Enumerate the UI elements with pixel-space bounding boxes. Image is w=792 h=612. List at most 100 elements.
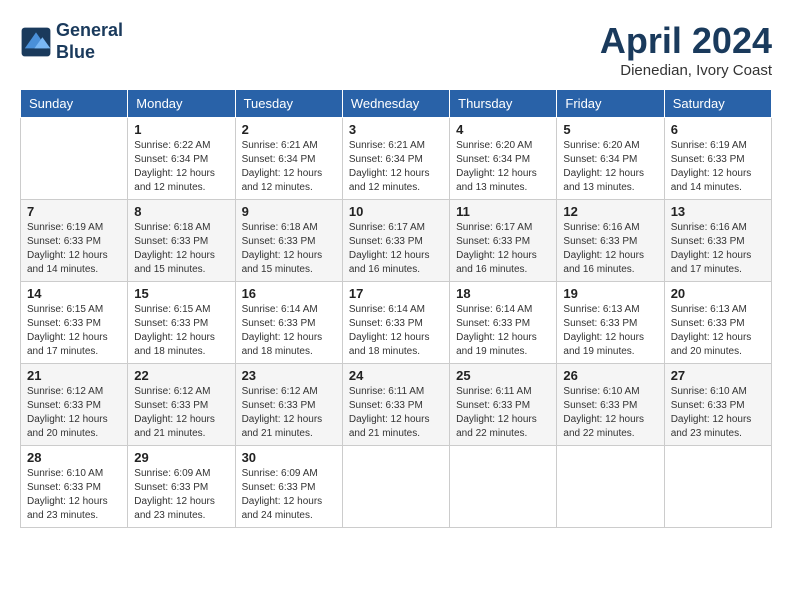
day-number: 21 <box>27 368 121 383</box>
day-info: Sunrise: 6:09 AM Sunset: 6:33 PM Dayligh… <box>134 467 228 523</box>
calendar-cell <box>21 118 128 200</box>
calendar-week-3: 14 Sunrise: 6:15 AM Sunset: 6:33 PM Dayli… <box>21 282 772 364</box>
title-area: April 2024 Dienedian, Ivory Coast <box>600 20 772 79</box>
calendar-cell: 8 Sunrise: 6:18 AM Sunset: 6:33 PM Daylig… <box>128 200 235 282</box>
weekday-header-monday: Monday <box>128 90 235 118</box>
logo-icon <box>20 26 52 58</box>
day-info: Sunrise: 6:17 AM Sunset: 6:33 PM Dayligh… <box>349 221 443 277</box>
day-info: Sunrise: 6:18 AM Sunset: 6:33 PM Dayligh… <box>242 221 336 277</box>
day-info: Sunrise: 6:18 AM Sunset: 6:33 PM Dayligh… <box>134 221 228 277</box>
day-number: 7 <box>27 204 121 219</box>
calendar-cell: 20Sunrise: 6:13 AM Sunset: 6:33 PM Dayli… <box>664 282 771 364</box>
weekday-header-sunday: Sunday <box>21 90 128 118</box>
calendar-cell: 4Sunrise: 6:20 AM Sunset: 6:34 PM Daylig… <box>450 118 557 200</box>
day-number: 1 <box>134 122 228 137</box>
day-number: 27 <box>671 368 765 383</box>
day-number: 8 <box>134 204 228 219</box>
day-number: 19 <box>563 286 657 301</box>
calendar-week-5: 28Sunrise: 6:10 AM Sunset: 6:33 PM Dayli… <box>21 446 772 528</box>
day-info: Sunrise: 6:10 AM Sunset: 6:33 PM Dayligh… <box>563 385 657 441</box>
location: Dienedian, Ivory Coast <box>600 62 772 79</box>
calendar-cell: 5 Sunrise: 6:20 AM Sunset: 6:34 PM Daylig… <box>557 118 664 200</box>
weekday-header-saturday: Saturday <box>664 90 771 118</box>
day-number: 3 <box>349 122 443 137</box>
calendar-cell: 1 Sunrise: 6:22 AM Sunset: 6:34 PM Daylig… <box>128 118 235 200</box>
day-info: Sunrise: 6:17 AM Sunset: 6:33 PM Dayligh… <box>456 221 550 277</box>
weekday-header-row: SundayMondayTuesdayWednesdayThursdayFrid… <box>21 90 772 118</box>
day-number: 29 <box>134 450 228 465</box>
calendar-cell <box>664 446 771 528</box>
calendar-cell: 11Sunrise: 6:17 AM Sunset: 6:33 PM Dayli… <box>450 200 557 282</box>
weekday-header-wednesday: Wednesday <box>342 90 449 118</box>
day-info: Sunrise: 6:10 AM Sunset: 6:33 PM Dayligh… <box>671 385 765 441</box>
day-number: 12 <box>563 204 657 219</box>
logo: General Blue <box>20 20 123 63</box>
day-info: Sunrise: 6:16 AM Sunset: 6:33 PM Dayligh… <box>563 221 657 277</box>
day-number: 9 <box>242 204 336 219</box>
day-number: 13 <box>671 204 765 219</box>
day-number: 16 <box>242 286 336 301</box>
weekday-header-thursday: Thursday <box>450 90 557 118</box>
calendar-cell <box>557 446 664 528</box>
day-number: 15 <box>134 286 228 301</box>
day-number: 28 <box>27 450 121 465</box>
calendar-table: SundayMondayTuesdayWednesdayThursdayFrid… <box>20 89 772 528</box>
day-info: Sunrise: 6:21 AM Sunset: 6:34 PM Dayligh… <box>349 139 443 195</box>
day-number: 26 <box>563 368 657 383</box>
day-info: Sunrise: 6:14 AM Sunset: 6:33 PM Dayligh… <box>242 303 336 359</box>
calendar-cell: 23 Sunrise: 6:12 AM Sunset: 6:33 PM Dayli… <box>235 364 342 446</box>
calendar-cell: 12 Sunrise: 6:16 AM Sunset: 6:33 PM Dayli… <box>557 200 664 282</box>
day-info: Sunrise: 6:19 AM Sunset: 6:33 PM Dayligh… <box>27 221 121 277</box>
weekday-header-friday: Friday <box>557 90 664 118</box>
day-number: 30 <box>242 450 336 465</box>
day-number: 18 <box>456 286 550 301</box>
calendar-week-2: 7 Sunrise: 6:19 AM Sunset: 6:33 PM Daylig… <box>21 200 772 282</box>
calendar-cell: 3 Sunrise: 6:21 AM Sunset: 6:34 PM Daylig… <box>342 118 449 200</box>
calendar-cell: 26 Sunrise: 6:10 AM Sunset: 6:33 PM Dayli… <box>557 364 664 446</box>
day-info: Sunrise: 6:20 AM Sunset: 6:34 PM Dayligh… <box>563 139 657 195</box>
day-info: Sunrise: 6:11 AM Sunset: 6:33 PM Dayligh… <box>349 385 443 441</box>
calendar-cell: 22 Sunrise: 6:12 AM Sunset: 6:33 PM Dayli… <box>128 364 235 446</box>
day-info: Sunrise: 6:15 AM Sunset: 6:33 PM Dayligh… <box>134 303 228 359</box>
day-info: Sunrise: 6:11 AM Sunset: 6:33 PM Dayligh… <box>456 385 550 441</box>
calendar-cell: 15 Sunrise: 6:15 AM Sunset: 6:33 PM Dayli… <box>128 282 235 364</box>
month-title: April 2024 <box>600 20 772 62</box>
calendar-cell: 24 Sunrise: 6:11 AM Sunset: 6:33 PM Dayli… <box>342 364 449 446</box>
calendar-cell: 14 Sunrise: 6:15 AM Sunset: 6:33 PM Dayli… <box>21 282 128 364</box>
day-info: Sunrise: 6:12 AM Sunset: 6:33 PM Dayligh… <box>27 385 121 441</box>
calendar-cell: 27 Sunrise: 6:10 AM Sunset: 6:33 PM Dayli… <box>664 364 771 446</box>
calendar-week-4: 21 Sunrise: 6:12 AM Sunset: 6:33 PM Dayli… <box>21 364 772 446</box>
calendar-cell: 19Sunrise: 6:13 AM Sunset: 6:33 PM Dayli… <box>557 282 664 364</box>
calendar-cell: 28Sunrise: 6:10 AM Sunset: 6:33 PM Dayli… <box>21 446 128 528</box>
calendar-cell <box>450 446 557 528</box>
day-number: 22 <box>134 368 228 383</box>
day-info: Sunrise: 6:15 AM Sunset: 6:33 PM Dayligh… <box>27 303 121 359</box>
calendar-cell: 30 Sunrise: 6:09 AM Sunset: 6:33 PM Dayli… <box>235 446 342 528</box>
day-number: 24 <box>349 368 443 383</box>
calendar-cell: 25 Sunrise: 6:11 AM Sunset: 6:33 PM Dayli… <box>450 364 557 446</box>
weekday-header-tuesday: Tuesday <box>235 90 342 118</box>
day-info: Sunrise: 6:19 AM Sunset: 6:33 PM Dayligh… <box>671 139 765 195</box>
calendar-cell: 6Sunrise: 6:19 AM Sunset: 6:33 PM Daylig… <box>664 118 771 200</box>
calendar-cell: 21 Sunrise: 6:12 AM Sunset: 6:33 PM Dayli… <box>21 364 128 446</box>
day-number: 23 <box>242 368 336 383</box>
calendar-cell: 7 Sunrise: 6:19 AM Sunset: 6:33 PM Daylig… <box>21 200 128 282</box>
calendar-cell <box>342 446 449 528</box>
calendar-cell: 17Sunrise: 6:14 AM Sunset: 6:33 PM Dayli… <box>342 282 449 364</box>
day-info: Sunrise: 6:20 AM Sunset: 6:34 PM Dayligh… <box>456 139 550 195</box>
logo-text: General Blue <box>56 20 123 63</box>
day-info: Sunrise: 6:14 AM Sunset: 6:33 PM Dayligh… <box>349 303 443 359</box>
calendar-cell: 10Sunrise: 6:17 AM Sunset: 6:33 PM Dayli… <box>342 200 449 282</box>
day-info: Sunrise: 6:16 AM Sunset: 6:33 PM Dayligh… <box>671 221 765 277</box>
calendar-cell: 9 Sunrise: 6:18 AM Sunset: 6:33 PM Daylig… <box>235 200 342 282</box>
day-number: 14 <box>27 286 121 301</box>
day-number: 5 <box>563 122 657 137</box>
day-info: Sunrise: 6:12 AM Sunset: 6:33 PM Dayligh… <box>242 385 336 441</box>
day-info: Sunrise: 6:09 AM Sunset: 6:33 PM Dayligh… <box>242 467 336 523</box>
day-info: Sunrise: 6:22 AM Sunset: 6:34 PM Dayligh… <box>134 139 228 195</box>
day-info: Sunrise: 6:21 AM Sunset: 6:34 PM Dayligh… <box>242 139 336 195</box>
calendar-cell: 29 Sunrise: 6:09 AM Sunset: 6:33 PM Dayli… <box>128 446 235 528</box>
day-number: 25 <box>456 368 550 383</box>
calendar-cell: 16 Sunrise: 6:14 AM Sunset: 6:33 PM Dayli… <box>235 282 342 364</box>
day-info: Sunrise: 6:12 AM Sunset: 6:33 PM Dayligh… <box>134 385 228 441</box>
